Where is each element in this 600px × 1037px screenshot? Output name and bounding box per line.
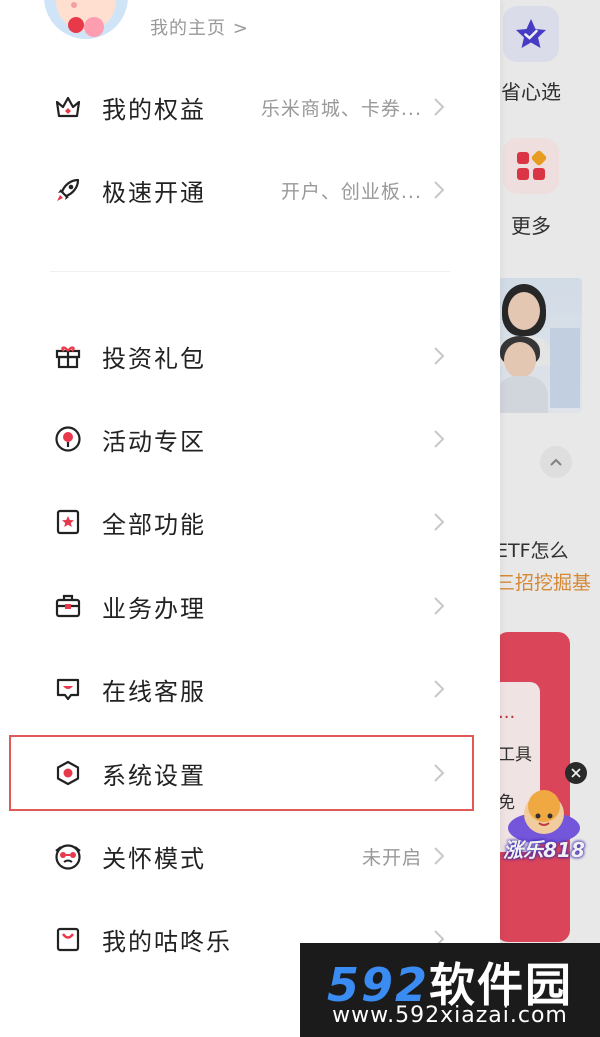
etf-title: ETF怎么 xyxy=(496,540,569,562)
chevron-right-icon xyxy=(434,513,445,531)
avatar[interactable] xyxy=(44,0,128,39)
chevron-right-icon xyxy=(434,181,445,199)
menu-label: 我的咕咚乐 xyxy=(102,927,232,956)
promo-card-title: ... xyxy=(498,702,516,723)
menu-subtitle: 开户、创业板... xyxy=(280,180,422,203)
chevron-right-icon xyxy=(434,597,445,615)
shortcut-2-icon-box[interactable] xyxy=(503,138,559,194)
menu-label: 系统设置 xyxy=(102,761,206,790)
menu-item-activity-zone[interactable]: 活动专区 xyxy=(0,404,500,474)
menu-label: 关怀模式 xyxy=(102,844,206,873)
menu-item-all-functions[interactable]: 全部功能 xyxy=(0,487,500,557)
shortcut-1-label: 省心选 xyxy=(501,80,561,104)
menu-item-my-benefits[interactable]: 我的权益 乐米商城、卡券... xyxy=(0,72,500,142)
section-divider xyxy=(50,271,450,272)
menu-label: 全部功能 xyxy=(102,510,206,539)
watermark: 592软件园 www.592xiazai.com xyxy=(300,943,600,1037)
care-mode-status: 未开启 xyxy=(361,846,422,869)
menu-label: 活动专区 xyxy=(102,427,206,456)
chevron-right-icon xyxy=(434,98,445,116)
menu-item-online-service[interactable]: 在线客服 xyxy=(0,654,500,724)
chevron-up-icon xyxy=(550,458,562,466)
collapse-button[interactable] xyxy=(540,446,572,478)
pin-icon xyxy=(53,424,83,454)
chat-icon xyxy=(53,674,83,704)
advisor-banner[interactable] xyxy=(496,278,582,413)
mascot-label: 涨乐818 xyxy=(503,838,585,862)
avatar-character-icon xyxy=(56,0,116,37)
promo-card-line-1: 工具 xyxy=(498,745,532,765)
bag-icon xyxy=(53,924,83,954)
menu-subtitle: 乐米商城、卡券... xyxy=(260,97,422,120)
etf-subtitle: 三招挖掘基 xyxy=(496,572,592,594)
chevron-right-icon xyxy=(434,347,445,365)
gift-icon xyxy=(53,341,83,371)
chevron-right-icon xyxy=(434,764,445,782)
briefcase-icon xyxy=(53,591,83,621)
settings-icon xyxy=(53,758,83,788)
shortcut-2-label: 更多 xyxy=(511,214,551,238)
star-square-icon xyxy=(53,507,83,537)
close-icon xyxy=(571,768,581,778)
watermark-url: www.592xiazai.com xyxy=(332,1003,568,1028)
menu-label: 在线客服 xyxy=(102,677,206,706)
menu-label: 投资礼包 xyxy=(102,344,206,373)
menu-label: 我的权益 xyxy=(102,95,206,124)
rocket-icon xyxy=(53,175,83,205)
menu-item-business-handling[interactable]: 业务办理 xyxy=(0,571,500,641)
chevron-right-icon xyxy=(434,680,445,698)
mascot-floating-badge[interactable]: 涨乐818 xyxy=(502,784,586,868)
chevron-right-icon xyxy=(434,847,445,865)
my-homepage-link[interactable]: 我的主页 > xyxy=(150,14,249,40)
menu-item-quick-open[interactable]: 极速开通 开户、创业板... xyxy=(0,155,500,225)
star-check-icon xyxy=(516,19,546,48)
menu-label: 极速开通 xyxy=(102,178,206,207)
mascot-close-button[interactable] xyxy=(565,762,587,784)
menu-item-care-mode[interactable]: 关怀模式 未开启 xyxy=(0,821,500,891)
side-drawer: 我的主页 > 我的权益 乐米商城、卡券... 极速开通 开户、创业板... 投资… xyxy=(0,0,500,1037)
chevron-right-icon xyxy=(434,430,445,448)
menu-item-system-settings[interactable]: 系统设置 xyxy=(0,738,500,808)
care-mode-icon xyxy=(53,841,83,871)
menu-item-investment-gift[interactable]: 投资礼包 xyxy=(0,321,500,391)
menu-label: 业务办理 xyxy=(102,594,206,623)
grid-more-icon xyxy=(517,150,547,180)
crown-icon xyxy=(53,92,83,122)
shortcut-1-icon-box[interactable] xyxy=(503,6,559,62)
